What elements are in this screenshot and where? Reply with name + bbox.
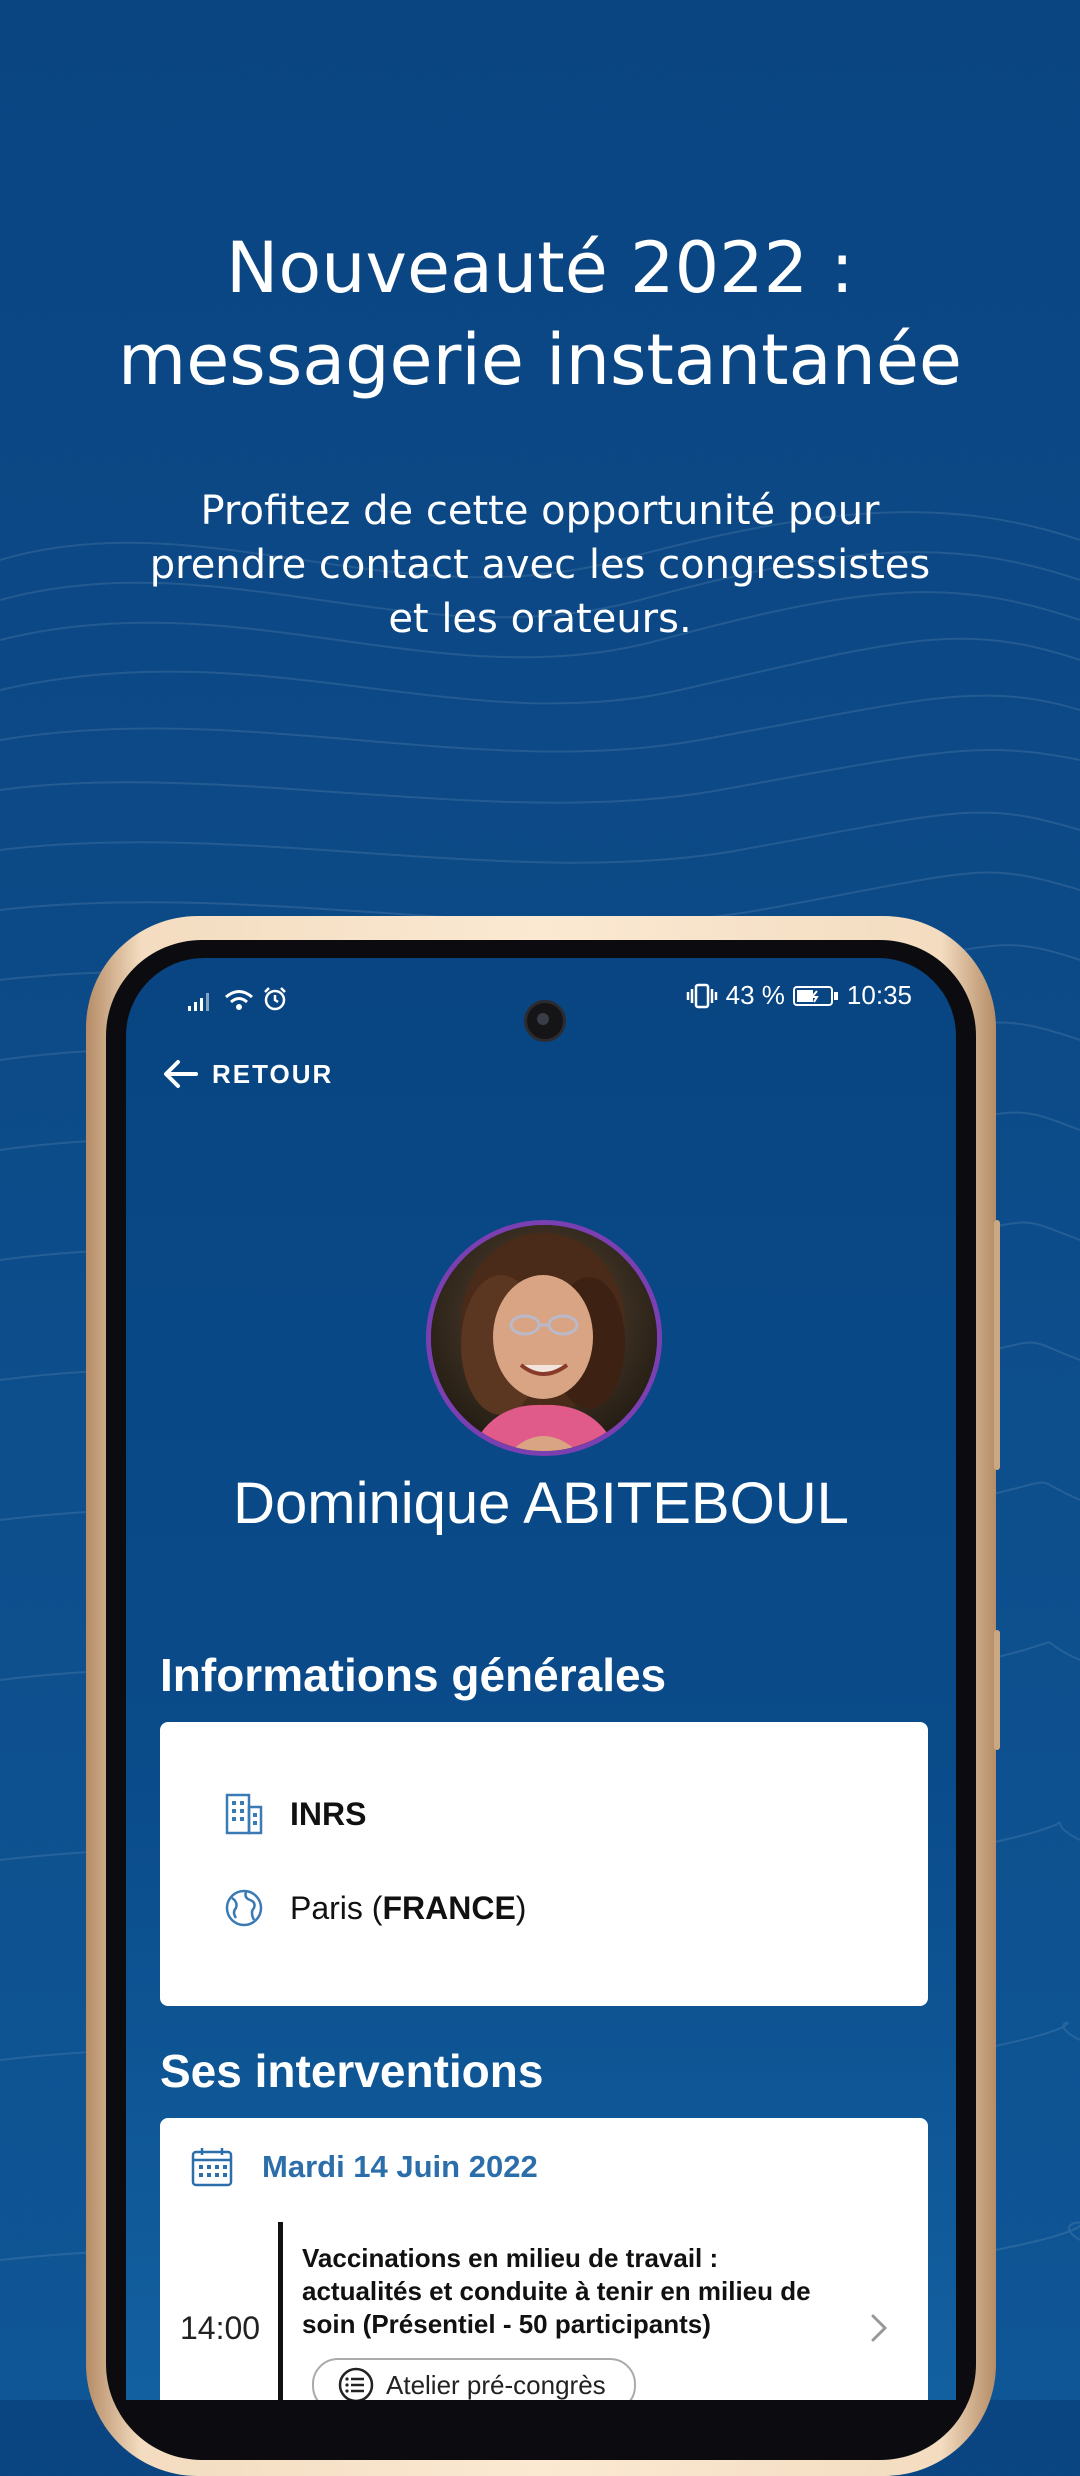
promo-subline: Profitez de cette opportunité pour prend… (140, 484, 940, 646)
promo-headline: Nouveauté 2022 : messagerie instantanée (0, 222, 1080, 406)
country: FRANCE (382, 1889, 516, 1926)
battery-percent: 43 % (725, 980, 785, 1010)
calendar-icon (191, 2148, 233, 2187)
interventions-card: Mardi 14 Juin 2022 14:00 Vaccinations en… (160, 2118, 928, 2400)
signal-icon (188, 993, 209, 1011)
general-info-title: Informations générales (160, 1649, 667, 1701)
phone-screen: 43 % 10:35 RETOUR Dominique ABITEBOUL In… (126, 958, 956, 2400)
organization-name: INRS (290, 1795, 367, 1832)
location-text: Paris (FRANCE) (290, 1889, 527, 1926)
session-type-label: Atelier pré-congrès (386, 2369, 606, 2400)
wifi-icon (225, 990, 253, 1010)
front-camera (524, 1000, 566, 1042)
session-title[interactable]: Vaccinations en milieu de travail : actu… (302, 2242, 842, 2341)
subline-line-3: et les orateurs. (388, 596, 692, 642)
avatar[interactable] (426, 1220, 662, 1456)
location-row: Paris (FRANCE) (224, 1888, 526, 1928)
subline-line-2: prendre contact avec les congressistes (149, 542, 931, 588)
status-bar: 43 % 10:35 (126, 974, 956, 1042)
back-label: RETOUR (212, 1058, 334, 1089)
phone-side-button (994, 1220, 1000, 1470)
date-header: Mardi 14 Juin 2022 (190, 2146, 538, 2188)
building-icon (225, 1793, 263, 1835)
alarm-icon (264, 987, 286, 1011)
subline-line-1: Profitez de cette opportunité pour (200, 488, 880, 534)
status-time: 10:35 (846, 980, 912, 1010)
session-date: Mardi 14 Juin 2022 (262, 2149, 538, 2184)
organization-row: INRS (224, 1792, 366, 1836)
timeline-bar (278, 2222, 283, 2400)
profile-name: Dominique ABITEBOUL (233, 1471, 849, 1536)
session-title-line-3: soin (Présentiel - 50 participants) (302, 2309, 711, 2339)
globe-icon (225, 1889, 263, 1927)
session-time: 14:00 (180, 2310, 261, 2346)
battery-icon (792, 985, 838, 1006)
back-arrow-icon (164, 1060, 198, 1088)
list-icon (338, 2367, 374, 2400)
status-left-icons (186, 986, 288, 1012)
back-button[interactable]: RETOUR (162, 1058, 333, 1090)
session-title-line-2: actualités et conduite à tenir en milieu… (302, 2276, 811, 2306)
session-type-badge[interactable]: Atelier pré-congrès (312, 2358, 636, 2400)
headline-line-1: Nouveauté 2022 : (225, 227, 855, 309)
phone-side-button-2 (994, 1630, 1000, 1750)
chevron-right-icon[interactable] (868, 2312, 890, 2344)
interventions-title: Ses interventions (160, 2045, 544, 2097)
status-right: 43 % 10:35 (686, 980, 912, 1011)
headline-line-2: messagerie instantanée (118, 319, 962, 401)
vibrate-icon (686, 983, 717, 1008)
city: Paris (290, 1889, 363, 1926)
avatar-photo (431, 1225, 657, 1451)
session-title-line-1: Vaccinations en milieu de travail : (302, 2243, 719, 2273)
general-info-card: INRS Paris (FRANCE) (160, 1722, 928, 2006)
